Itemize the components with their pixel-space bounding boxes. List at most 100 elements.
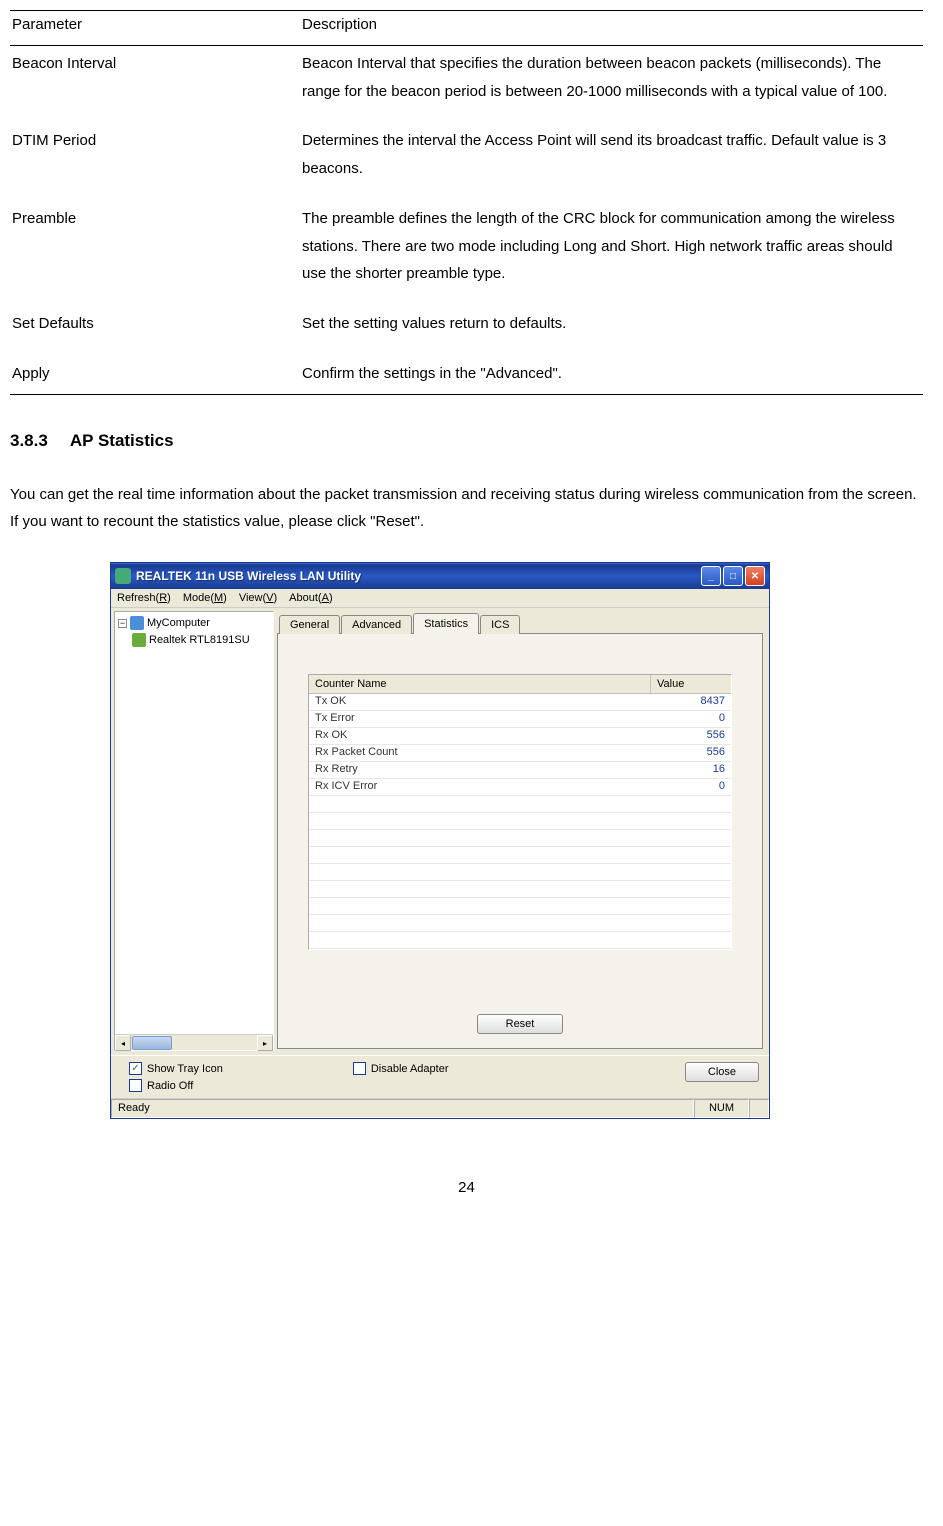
page-number: 24	[10, 1179, 923, 1196]
desc-cell: Confirm the settings in the "Advanced".	[300, 356, 923, 406]
minimize-button[interactable]: _	[701, 566, 721, 586]
checkbox-unchecked-icon	[129, 1079, 142, 1092]
list-item: ..	[309, 864, 731, 881]
section-title: AP Statistics	[70, 431, 174, 450]
th-value[interactable]: Value	[651, 675, 731, 693]
list-item: ..	[309, 813, 731, 830]
computer-icon	[130, 616, 144, 630]
adapter-icon	[132, 633, 146, 647]
parameter-table-body: Beacon Interval Beacon Interval that spe…	[10, 46, 923, 406]
list-item: ..	[309, 847, 731, 864]
device-tree-pane[interactable]: − MyComputer Realtek RTL8191SU ◂ ▸	[114, 611, 274, 1051]
table-row: Set Defaults Set the setting values retu…	[10, 306, 923, 356]
tree-horizontal-scrollbar[interactable]: ◂ ▸	[115, 1034, 273, 1050]
section-number: 3.8.3	[10, 431, 48, 450]
checkbox-checked-icon: ✓	[129, 1062, 142, 1075]
radio-off-checkbox[interactable]: Radio Off	[129, 1079, 223, 1092]
status-ready: Ready	[111, 1099, 694, 1118]
app-icon	[115, 568, 131, 584]
list-item[interactable]: Tx Error0	[309, 711, 731, 728]
parameter-table: Parameter Description	[10, 11, 923, 45]
statistics-header: Counter Name Value	[309, 675, 731, 694]
device-tree: − MyComputer Realtek RTL8191SU	[115, 612, 273, 651]
content-pane: General Advanced Statistics ICS Counter …	[277, 608, 769, 1055]
desc-cell: Determines the interval the Access Point…	[300, 123, 923, 201]
list-item: ..	[309, 898, 731, 915]
scroll-left-icon[interactable]: ◂	[115, 1035, 131, 1051]
statistics-panel: Counter Name Value Tx OK8437 Tx Error0 R…	[277, 633, 763, 1049]
main-area: − MyComputer Realtek RTL8191SU ◂ ▸	[111, 608, 769, 1055]
disable-adapter-label: Disable Adapter	[371, 1063, 449, 1075]
counter-name: Rx ICV Error	[309, 779, 651, 795]
tab-statistics[interactable]: Statistics	[413, 613, 479, 634]
table-row: Preamble The preamble defines the length…	[10, 201, 923, 306]
window-controls: _ □ ✕	[701, 566, 765, 586]
app-window: REALTEK 11n USB Wireless LAN Utility _ □…	[110, 562, 770, 1119]
param-cell: Preamble	[10, 201, 300, 306]
counter-name: Rx Retry	[309, 762, 651, 778]
tree-collapse-icon[interactable]: −	[118, 619, 127, 628]
tab-general[interactable]: General	[279, 615, 340, 634]
list-item: ..	[309, 915, 731, 932]
param-cell: Beacon Interval	[10, 46, 300, 124]
menu-about[interactable]: About(A)	[289, 592, 332, 604]
status-numlock: NUM	[694, 1099, 749, 1118]
counter-value: 0	[651, 779, 731, 795]
tab-advanced[interactable]: Advanced	[341, 615, 412, 634]
bottom-options-bar: ✓ Show Tray Icon Radio Off Disable Adapt…	[111, 1055, 769, 1098]
reset-button[interactable]: Reset	[477, 1014, 564, 1034]
menu-refresh[interactable]: Refresh(R)	[117, 592, 171, 604]
table-bottom-rule	[10, 394, 923, 395]
th-parameter: Parameter	[10, 11, 300, 45]
menubar: Refresh(R) Mode(M) View(V) About(A)	[111, 589, 769, 608]
section-heading: 3.8.3 AP Statistics	[10, 431, 923, 451]
statistics-listview[interactable]: Counter Name Value Tx OK8437 Tx Error0 R…	[308, 674, 732, 950]
close-button[interactable]: Close	[685, 1062, 759, 1082]
list-item[interactable]: Rx OK556	[309, 728, 731, 745]
menu-mode[interactable]: Mode(M)	[183, 592, 227, 604]
screenshot-figure: REALTEK 11n USB Wireless LAN Utility _ □…	[110, 562, 923, 1119]
maximize-button[interactable]: □	[723, 566, 743, 586]
table-row: Beacon Interval Beacon Interval that spe…	[10, 46, 923, 124]
counter-name: Rx Packet Count	[309, 745, 651, 761]
param-cell: DTIM Period	[10, 123, 300, 201]
statusbar: Ready NUM	[111, 1098, 769, 1118]
checkbox-unchecked-icon	[353, 1062, 366, 1075]
list-item[interactable]: Rx ICV Error0	[309, 779, 731, 796]
th-description: Description	[300, 11, 923, 45]
desc-cell: Beacon Interval that specifies the durat…	[300, 46, 923, 124]
counter-name: Rx OK	[309, 728, 651, 744]
desc-cell: Set the setting values return to default…	[300, 306, 923, 356]
param-cell: Set Defaults	[10, 306, 300, 356]
close-window-button[interactable]: ✕	[745, 566, 765, 586]
list-item: ..	[309, 796, 731, 813]
list-item[interactable]: Rx Packet Count556	[309, 745, 731, 762]
tree-root-item[interactable]: − MyComputer	[118, 615, 270, 632]
tree-child-label: Realtek RTL8191SU	[149, 632, 250, 649]
table-header-row: Parameter Description	[10, 11, 923, 45]
tabstrip: General Advanced Statistics ICS	[279, 612, 763, 633]
status-grip-icon	[749, 1099, 769, 1118]
counter-value: 0	[651, 711, 731, 727]
menu-view[interactable]: View(V)	[239, 592, 277, 604]
list-item: ..	[309, 881, 731, 898]
counter-name: Tx Error	[309, 711, 651, 727]
param-cell: Apply	[10, 356, 300, 406]
window-titlebar[interactable]: REALTEK 11n USB Wireless LAN Utility _ □…	[111, 563, 769, 589]
tab-ics[interactable]: ICS	[480, 615, 520, 634]
show-tray-icon-checkbox[interactable]: ✓ Show Tray Icon	[129, 1062, 223, 1075]
list-item[interactable]: Rx Retry16	[309, 762, 731, 779]
counter-name: Tx OK	[309, 694, 651, 710]
counter-value: 8437	[651, 694, 731, 710]
table-row: DTIM Period Determines the interval the …	[10, 123, 923, 201]
window-title: REALTEK 11n USB Wireless LAN Utility	[136, 569, 701, 583]
tree-child-item[interactable]: Realtek RTL8191SU	[132, 632, 270, 649]
disable-adapter-checkbox[interactable]: Disable Adapter	[353, 1062, 449, 1075]
scroll-right-icon[interactable]: ▸	[257, 1035, 273, 1051]
list-item: ..	[309, 932, 731, 949]
list-item[interactable]: Tx OK8437	[309, 694, 731, 711]
scrollbar-thumb[interactable]	[132, 1036, 172, 1050]
radio-off-label: Radio Off	[147, 1080, 193, 1092]
th-counter-name[interactable]: Counter Name	[309, 675, 651, 693]
show-tray-icon-label: Show Tray Icon	[147, 1063, 223, 1075]
